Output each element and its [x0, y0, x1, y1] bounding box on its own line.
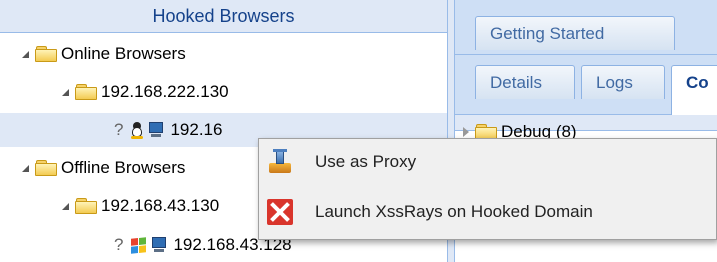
expand-icon[interactable] — [22, 164, 29, 172]
folder-icon — [75, 198, 97, 214]
tab-details[interactable]: Details — [475, 65, 575, 99]
expand-icon[interactable] — [62, 88, 69, 96]
tree-node-label: Online Browsers — [61, 44, 186, 63]
tree-node-label: 192.168.43.130 — [101, 196, 220, 215]
folder-icon — [35, 46, 57, 62]
context-menu: Use as Proxy Launch XssRays on Hooked Do… — [258, 138, 717, 240]
expand-icon[interactable] — [463, 127, 469, 137]
windows-icon — [131, 236, 147, 254]
panel-title: Hooked Browsers — [0, 0, 447, 33]
main-tabstrip: Getting Started — [455, 0, 717, 55]
proxy-icon — [267, 149, 293, 175]
tab-commands[interactable]: Co — [671, 65, 717, 115]
menu-item-label: Launch XssRays on Hooked Domain — [315, 202, 593, 221]
monitor-icon — [152, 237, 167, 253]
tree-node-online-browsers[interactable]: Online Browsers — [22, 37, 186, 71]
menu-item-label: Use as Proxy — [315, 152, 417, 171]
menu-item-launch-xssrays[interactable]: Launch XssRays on Hooked Domain — [265, 191, 711, 233]
menu-item-use-as-proxy[interactable]: Use as Proxy — [265, 141, 711, 183]
expand-icon[interactable] — [22, 50, 29, 58]
unknown-browser-icon: ? — [114, 120, 124, 139]
unknown-browser-icon: ? — [114, 235, 124, 254]
tree-node-label: Offline Browsers — [61, 158, 186, 177]
tree-node-label: 192.168.43.130 — [170, 120, 223, 139]
expand-icon[interactable] — [62, 202, 69, 210]
browser-tabstrip: Details Logs Co — [455, 55, 717, 115]
xssrays-icon — [267, 199, 293, 225]
tree-node-offline-browsers[interactable]: Offline Browsers — [22, 151, 185, 185]
tab-getting-started[interactable]: Getting Started — [475, 16, 675, 50]
tab-logs[interactable]: Logs — [581, 65, 665, 99]
folder-icon — [35, 160, 57, 176]
beef-ui: Hooked Browsers Online Browsers 192.168.… — [0, 0, 717, 262]
tree-node-label: 192.168.222.130 — [101, 82, 229, 101]
tree-node-online-ip-group[interactable]: 192.168.222.130 — [62, 75, 229, 109]
linux-icon — [131, 121, 144, 139]
tree-node-offline-ip-group[interactable]: 192.168.43.130 — [62, 189, 219, 223]
folder-icon — [75, 84, 97, 100]
monitor-icon — [149, 122, 164, 138]
